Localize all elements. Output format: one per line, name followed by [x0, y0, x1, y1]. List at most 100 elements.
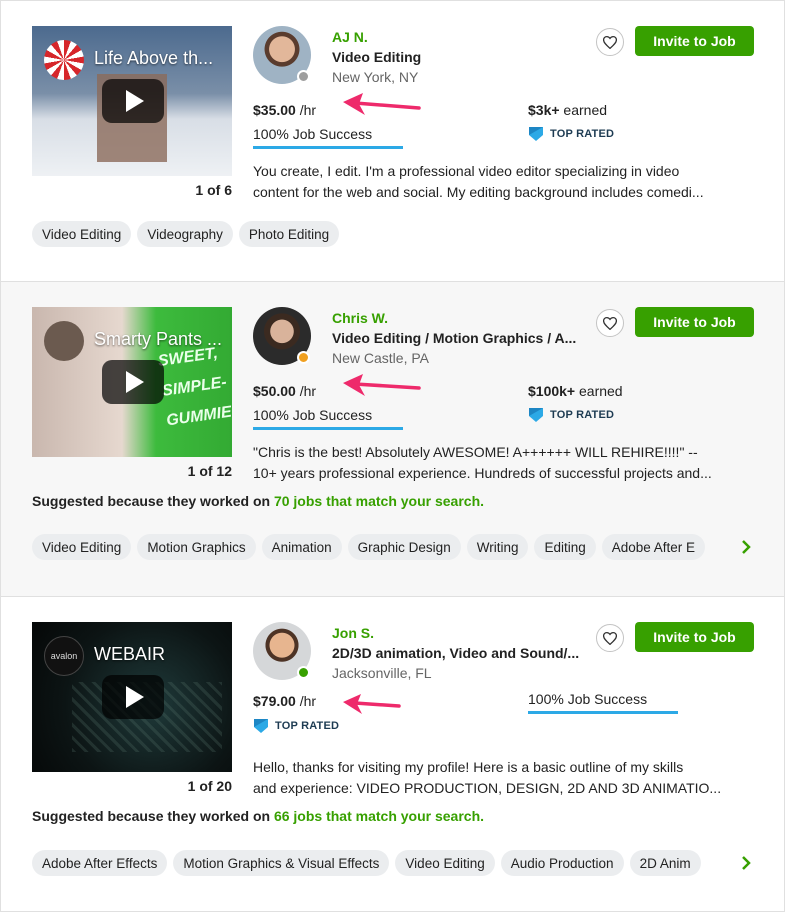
video-title: Life Above th...: [94, 48, 214, 68]
video-overlay-text: SWEET, SIMPLE- GUMMIES: [156, 344, 232, 430]
freelancer-location: New Castle, PA: [332, 350, 429, 366]
rate-unit: /hr: [295, 383, 317, 399]
matching-jobs-link[interactable]: 70 jobs that match your search.: [274, 493, 484, 509]
freelancer-name[interactable]: Jon S.: [332, 625, 374, 641]
job-success-bar: [253, 427, 403, 430]
suggested-prefix: Suggested because they worked on: [32, 808, 271, 824]
skill-tag[interactable]: Writing: [466, 534, 529, 560]
video-thumbnail[interactable]: avalon WEBAIR: [32, 622, 232, 772]
video-counter: 1 of 12: [187, 463, 232, 479]
top-rated-label: TOP RATED: [550, 409, 615, 421]
freelancer-description: You create, I edit. I'm a professional v…: [253, 161, 758, 203]
skill-tag[interactable]: Editing: [534, 534, 596, 560]
video-thumbnail[interactable]: Life Above th...: [32, 26, 232, 176]
skill-tags: Video Editing Motion Graphics Animation …: [32, 534, 724, 562]
top-rated-label: TOP RATED: [275, 720, 340, 732]
skill-tag[interactable]: Video Editing: [32, 534, 132, 560]
freelancer-card: Life Above th... 1 of 6 AJ N. Video Edit…: [0, 0, 785, 282]
freelancer-name[interactable]: Chris W.: [332, 310, 388, 326]
job-success: 100% Job Success: [528, 691, 648, 707]
play-icon[interactable]: [102, 79, 164, 123]
skill-tags: Adobe After Effects Motion Graphics & Vi…: [32, 850, 724, 878]
skill-tags: Video Editing Videography Photo Editing: [32, 221, 340, 247]
play-icon[interactable]: [102, 675, 164, 719]
hourly-rate: $50.00 /hr: [253, 383, 316, 399]
suggested-reason: Suggested because they worked on 66 jobs…: [32, 808, 484, 824]
freelancer-card: SWEET, SIMPLE- GUMMIES Smarty Pants ... …: [0, 282, 785, 597]
video-title: WEBAIR: [94, 644, 166, 664]
rate-value: $79.00: [253, 693, 296, 709]
top-rated-badge: TOP RATED: [528, 126, 614, 142]
rate-unit: /hr: [295, 102, 317, 118]
skills-next-button[interactable]: [736, 534, 756, 560]
channel-avatar: avalon: [44, 636, 84, 676]
freelancer-card: avalon WEBAIR 1 of 20 Jon S. 2D/3D anima…: [0, 597, 785, 912]
hourly-rate: $35.00 /hr: [253, 102, 316, 118]
status-dot-icon: [297, 70, 310, 83]
description-line: and experience: VIDEO PRODUCTION, DESIGN…: [253, 780, 722, 796]
pink-arrow-icon: [343, 694, 401, 714]
total-earned: $3k+ earned: [528, 102, 607, 118]
skill-tag[interactable]: Animation: [261, 534, 342, 560]
hourly-rate: $79.00 /hr: [253, 693, 316, 709]
description-line: content for the web and social. My editi…: [253, 184, 704, 200]
skill-tag[interactable]: Motion Graphics & Visual Effects: [173, 850, 390, 876]
video-thumbnail[interactable]: SWEET, SIMPLE- GUMMIES Smarty Pants ...: [32, 307, 232, 457]
video-title: Smarty Pants ...: [94, 329, 223, 349]
freelancer-title: 2D/3D animation, Video and Sound/...: [332, 645, 580, 661]
video-counter: 1 of 20: [187, 778, 232, 794]
freelancer-title: Video Editing / Motion Graphics / A...: [332, 330, 577, 346]
description-line: Hello, thanks for visiting my profile! H…: [253, 759, 684, 775]
suggested-prefix: Suggested because they worked on: [32, 493, 271, 509]
earned-value: $100k+: [528, 383, 576, 399]
video-counter: 1 of 6: [195, 182, 232, 198]
favorite-button[interactable]: [596, 309, 624, 337]
channel-avatar: [44, 321, 84, 361]
skill-tags-track: Video Editing Motion Graphics Animation …: [32, 534, 724, 560]
invite-to-job-button[interactable]: Invite to Job: [635, 307, 754, 337]
skill-tag[interactable]: Video Editing: [32, 221, 132, 247]
chevron-right-icon: [742, 856, 751, 870]
skill-tags-track: Adobe After Effects Motion Graphics & Vi…: [32, 850, 724, 876]
freelancer-location: Jacksonville, FL: [332, 665, 432, 681]
chevron-right-icon: [742, 540, 751, 554]
skill-tag[interactable]: Motion Graphics: [137, 534, 256, 560]
job-success-bar: [528, 711, 678, 714]
skills-next-button[interactable]: [736, 850, 756, 876]
favorite-button[interactable]: [596, 28, 624, 56]
top-rated-badge: TOP RATED: [253, 718, 339, 734]
freelancer-description: "Chris is the best! Absolutely AWESOME! …: [253, 442, 758, 484]
favorite-button[interactable]: [596, 624, 624, 652]
top-rated-shield-icon: [529, 408, 543, 422]
status-dot-icon: [297, 666, 310, 679]
skill-tag[interactable]: Audio Production: [500, 850, 624, 876]
skill-tag[interactable]: Videography: [137, 221, 233, 247]
skill-tag[interactable]: Adobe After Effects: [32, 850, 168, 876]
matching-jobs-link[interactable]: 66 jobs that match your search.: [274, 808, 484, 824]
invite-to-job-button[interactable]: Invite to Job: [635, 26, 754, 56]
channel-avatar: [44, 40, 84, 80]
skill-tag[interactable]: Video Editing: [395, 850, 495, 876]
invite-to-job-button[interactable]: Invite to Job: [635, 622, 754, 652]
freelancer-description: Hello, thanks for visiting my profile! H…: [253, 757, 758, 799]
skill-tag[interactable]: 2D Anim: [629, 850, 701, 876]
top-rated-badge: TOP RATED: [528, 407, 614, 423]
freelancer-title: Video Editing: [332, 49, 422, 65]
total-earned: $100k+ earned: [528, 383, 623, 399]
description-line: You create, I edit. I'm a professional v…: [253, 163, 680, 179]
earned-suffix: earned: [559, 102, 608, 118]
earned-value: $3k+: [528, 102, 560, 118]
pink-arrow-icon: [343, 374, 421, 396]
freelancer-name[interactable]: AJ N.: [332, 29, 368, 45]
freelancer-location: New York, NY: [332, 69, 419, 85]
top-rated-label: TOP RATED: [550, 128, 615, 140]
skill-tag[interactable]: Graphic Design: [347, 534, 461, 560]
skill-tag[interactable]: Adobe After E: [601, 534, 706, 560]
skill-tag[interactable]: Photo Editing: [238, 221, 340, 247]
play-icon[interactable]: [102, 360, 164, 404]
job-success: 100% Job Success: [253, 407, 373, 423]
status-dot-icon: [297, 351, 310, 364]
rate-value: $35.00: [253, 102, 296, 118]
job-success-bar: [253, 146, 403, 149]
suggested-reason: Suggested because they worked on 70 jobs…: [32, 493, 484, 509]
